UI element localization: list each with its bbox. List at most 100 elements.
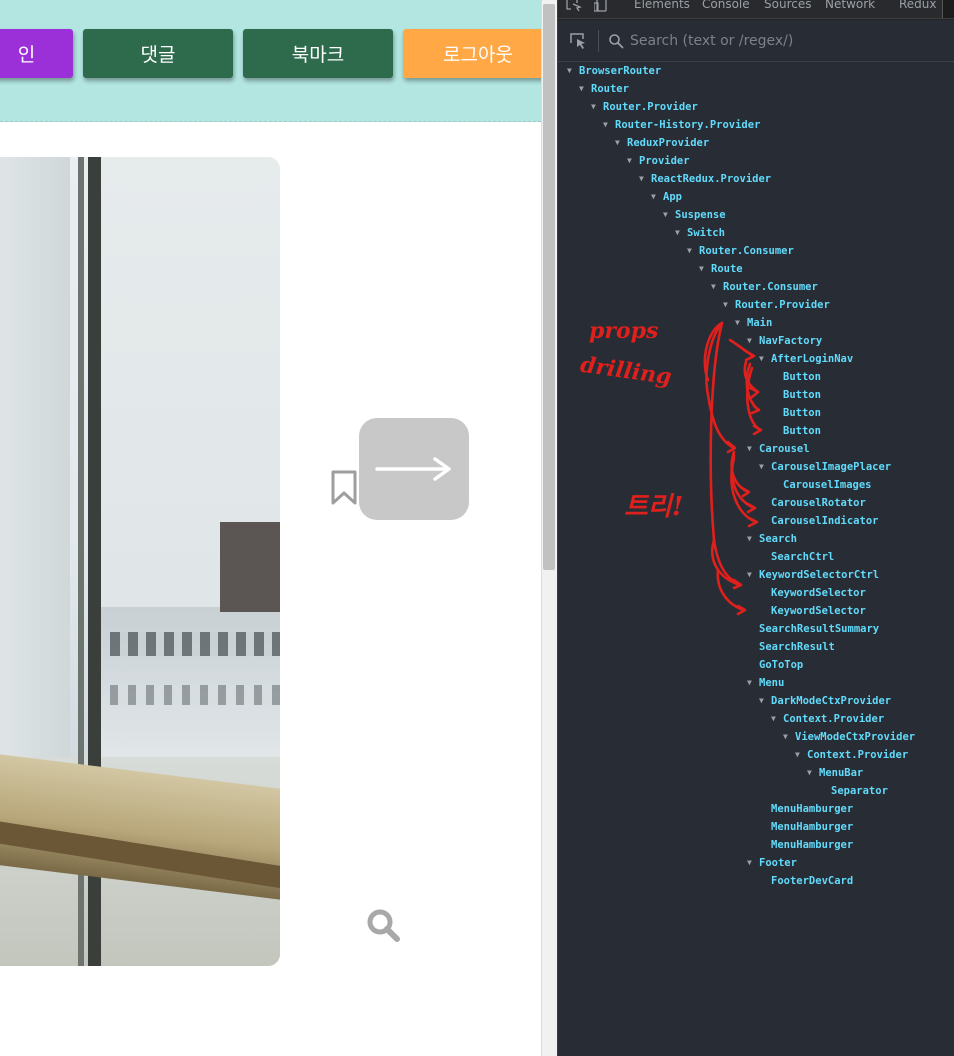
select-component-icon[interactable]: [569, 32, 587, 50]
tree-node[interactable]: Button: [771, 368, 821, 386]
caret-down-icon[interactable]: ▼: [639, 170, 651, 188]
caret-down-icon[interactable]: ▼: [747, 854, 759, 872]
tree-node[interactable]: ▼ App: [651, 188, 682, 206]
tree-node[interactable]: ▼ Router-History.Provider: [603, 116, 760, 134]
inspect-element-icon[interactable]: [566, 0, 582, 12]
tree-node[interactable]: ▼ ViewModeCtxProvider: [783, 728, 915, 746]
tree-node[interactable]: ▼ Route: [699, 260, 743, 278]
caret-down-icon[interactable]: ▼: [591, 98, 603, 116]
caret-down-icon[interactable]: ▼: [675, 224, 687, 242]
tree-node[interactable]: ▼ Carousel: [747, 440, 810, 458]
bookmark-nav-button[interactable]: 북마크: [243, 29, 393, 78]
tree-node[interactable]: ▼ ReactRedux.Provider: [639, 170, 771, 188]
bookmark-icon[interactable]: [330, 470, 358, 506]
search-icon[interactable]: [365, 907, 401, 943]
tree-node[interactable]: SearchCtrl: [759, 548, 834, 566]
tab-network[interactable]: Network: [825, 0, 875, 11]
tree-node-label: Provider: [639, 155, 690, 167]
tree-node[interactable]: MenuHamburger: [759, 836, 853, 854]
caret-down-icon[interactable]: ▼: [759, 692, 771, 710]
caret-down-icon[interactable]: ▼: [783, 728, 795, 746]
tree-node[interactable]: CarouselRotator: [759, 494, 866, 512]
caret-down-icon[interactable]: ▼: [747, 332, 759, 350]
tree-node[interactable]: ▼ NavFactory: [747, 332, 822, 350]
login-button[interactable]: 인: [0, 29, 73, 78]
tree-node[interactable]: ▼ BrowserRouter: [567, 62, 661, 80]
tree-node[interactable]: ▼ Context.Provider: [795, 746, 908, 764]
component-search-input[interactable]: [630, 29, 930, 53]
tree-node[interactable]: ▼ DarkModeCtxProvider: [759, 692, 891, 710]
caret-down-icon[interactable]: ▼: [747, 566, 759, 584]
tree-node[interactable]: ▼ Router: [579, 80, 629, 98]
caret-down-icon[interactable]: ▼: [759, 350, 771, 368]
caret-down-icon[interactable]: ▼: [651, 188, 663, 206]
tree-node[interactable]: ▼ Suspense: [663, 206, 726, 224]
device-toggle-icon[interactable]: [594, 0, 610, 12]
tree-node[interactable]: KeywordSelector: [759, 602, 866, 620]
tab-overflow[interactable]: [942, 0, 954, 18]
tab-elements[interactable]: Elements: [634, 0, 690, 11]
caret-down-icon[interactable]: ▼: [747, 440, 759, 458]
tree-node[interactable]: Separator: [819, 782, 888, 800]
search-glass-icon: [609, 34, 624, 49]
tree-node[interactable]: ▼ Footer: [747, 854, 797, 872]
caret-down-icon[interactable]: ▼: [807, 764, 819, 782]
tree-node[interactable]: ▼ Provider: [627, 152, 690, 170]
caret-down-icon[interactable]: ▼: [759, 458, 771, 476]
tree-node[interactable]: GoToTop: [747, 656, 803, 674]
tree-node[interactable]: ▼ Router.Consumer: [687, 242, 794, 260]
tree-node[interactable]: ▼ Main: [735, 314, 772, 332]
tab-console[interactable]: Console: [702, 0, 750, 11]
tree-node[interactable]: SearchResult: [747, 638, 835, 656]
carousel-next-button[interactable]: [359, 418, 469, 520]
caret-down-icon[interactable]: ▼: [699, 260, 711, 278]
tree-node[interactable]: MenuHamburger: [759, 818, 853, 836]
tree-node[interactable]: ▼ MenuBar: [807, 764, 863, 782]
tree-node[interactable]: ▼ Router.Provider: [723, 296, 830, 314]
caret-down-icon[interactable]: ▼: [747, 674, 759, 692]
tree-node[interactable]: Button: [771, 404, 821, 422]
tree-node[interactable]: ▼ Menu: [747, 674, 784, 692]
caret-down-icon[interactable]: ▼: [663, 206, 675, 224]
tab-sources[interactable]: Sources: [764, 0, 811, 11]
caret-down-icon[interactable]: ▼: [723, 296, 735, 314]
tree-node[interactable]: FooterDevCard: [759, 872, 853, 890]
caret-down-icon[interactable]: ▼: [795, 746, 807, 764]
tree-node[interactable]: SearchResultSummary: [747, 620, 879, 638]
tree-node[interactable]: ▼ Search: [747, 530, 797, 548]
tree-node[interactable]: MenuHamburger: [759, 800, 853, 818]
caret-down-icon[interactable]: ▼: [567, 62, 579, 80]
tab-redux[interactable]: Redux: [899, 0, 937, 11]
caret-down-icon[interactable]: ▼: [627, 152, 639, 170]
tree-node-label: Router.Provider: [603, 101, 698, 113]
tree-node[interactable]: ▼ Router.Provider: [591, 98, 698, 116]
caret-down-icon[interactable]: ▼: [615, 134, 627, 152]
tree-node[interactable]: ▼ KeywordSelectorCtrl: [747, 566, 879, 584]
tree-node[interactable]: ▼ ReduxProvider: [615, 134, 709, 152]
comment-button[interactable]: 댓글: [83, 29, 233, 78]
tree-node-label: Route: [711, 263, 743, 275]
tree-node[interactable]: KeywordSelector: [759, 584, 866, 602]
component-tree: ▼ BrowserRouter ▼ Router ▼ Router.Provider ▼ Ro…: [558, 62, 954, 1056]
tree-node[interactable]: Button: [771, 422, 821, 440]
tree-node[interactable]: CarouselImages: [771, 476, 872, 494]
caret-down-icon[interactable]: ▼: [735, 314, 747, 332]
caret-down-icon[interactable]: ▼: [771, 710, 783, 728]
tree-node[interactable]: Button: [771, 386, 821, 404]
tree-node[interactable]: ▼ Switch: [675, 224, 725, 242]
tree-node[interactable]: ▼ AfterLoginNav: [759, 350, 853, 368]
caret-down-icon[interactable]: ▼: [603, 116, 615, 134]
tree-node-label: Router.Consumer: [699, 245, 794, 257]
tree-node[interactable]: ▼ Router.Consumer: [711, 278, 818, 296]
tree-node[interactable]: ▼ CarouselImagePlacer: [759, 458, 891, 476]
caret-down-icon[interactable]: ▼: [747, 530, 759, 548]
caret-down-icon[interactable]: ▼: [579, 80, 591, 98]
caret-down-icon[interactable]: ▼: [687, 242, 699, 260]
tree-node[interactable]: ▼ Context.Provider: [771, 710, 884, 728]
tree-node[interactable]: CarouselIndicator: [759, 512, 878, 530]
logout-button[interactable]: 로그아웃: [403, 29, 541, 78]
page-scrollbar-thumb[interactable]: [543, 4, 555, 570]
tree-node-label: Context.Provider: [807, 749, 909, 761]
tree-node-label: Button: [783, 407, 821, 419]
caret-down-icon[interactable]: ▼: [711, 278, 723, 296]
